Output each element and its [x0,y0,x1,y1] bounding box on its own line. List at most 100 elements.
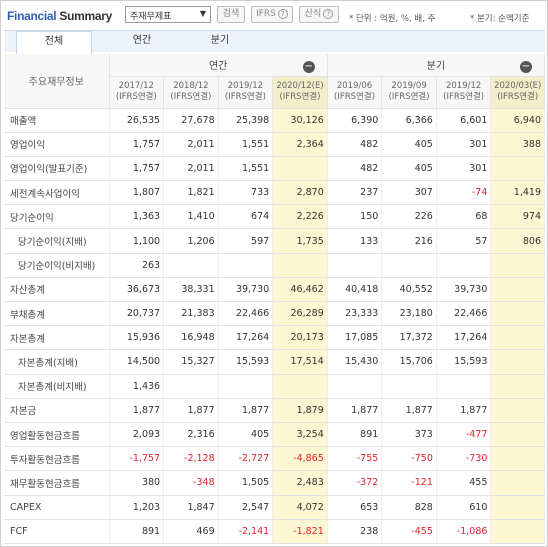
column-period: 2019/12 [445,81,482,91]
column-basis: (IFRS연결) [115,92,157,102]
table-cell: -2,141 [218,519,274,544]
table-row: 부채총계 20,737 21,383 22,466 26,289 23,333 23,180… [4,301,545,327]
row-label[interactable]: 자산총계 [4,277,110,303]
table-cell [490,519,545,544]
row-label[interactable]: 당기순이익(비지배) [4,253,110,278]
table-cell [490,398,545,423]
table-cell: 1,410 [163,204,219,230]
table-cell: 806 [490,228,545,254]
ifrs-help-button[interactable]: IFRS? [251,6,293,23]
table-cell: 38,331 [163,277,219,303]
row-label[interactable]: 자본총계 [4,325,110,351]
row-label[interactable]: 당기순이익(지배) [4,228,110,254]
table-cell: 1,877 [163,398,219,423]
table-cell: -755 [327,446,383,472]
row-label[interactable]: 투자활동현금흐름 [4,446,110,472]
table-row: 매출액 26,535 27,678 25,398 30,126 6,390 6,366 6,6… [4,108,545,133]
table-cell: 36,673 [109,277,165,303]
row-label[interactable]: 자본총계(비지배) [4,374,110,399]
table-cell: -1,086 [436,519,492,544]
table-cell: 1,203 [109,495,165,520]
column-period: 2017/12 [118,81,154,91]
tab-annual[interactable]: 연간 [104,31,180,53]
table-row: 영업이익 1,757 2,011 1,551 2,364 482 405 301 388 [4,132,545,157]
formula-help-button[interactable]: 산식? [299,6,339,23]
row-label[interactable]: FCF [4,519,110,544]
table-cell: 1,551 [218,132,274,157]
table-cell: -1,757 [109,446,165,472]
row-label[interactable]: 영업활동현금흐름 [4,422,110,448]
statement-type-select[interactable]: 주재무제표 ▼ [125,6,211,23]
table-cell [490,156,545,182]
row-label[interactable]: 재무활동현금흐름 [4,470,110,496]
table-cell: 40,552 [381,277,437,303]
search-button[interactable]: 검색 [217,6,245,23]
table-cell: 1,363 [109,204,165,230]
table-cell: 2,093 [109,422,165,448]
tab-all[interactable]: 전체 [16,31,92,54]
table-cell [272,253,328,278]
table-cell: 238 [327,519,383,544]
table-cell: 30,126 [272,108,328,133]
table-cell: 1,877 [109,398,165,423]
table-cell: 1,879 [272,398,328,423]
row-label[interactable]: 당기순이익 [4,204,110,230]
corner-header: 주요재무정보 [4,54,110,109]
table-cell: 17,264 [218,325,274,351]
table-cell: 15,430 [327,349,383,375]
table-cell: 22,466 [436,301,492,327]
table-cell: 1,757 [109,132,165,157]
table-cell: -730 [436,446,492,472]
row-label[interactable]: 영업이익 [4,132,110,157]
row-label[interactable]: 세전계속사업이익 [4,180,110,206]
row-label[interactable]: 영업이익(발표기준) [4,156,110,182]
table-cell: 674 [218,204,274,230]
table-cell: 1,100 [109,228,165,254]
table-cell: 974 [490,204,545,230]
table-row: 자본총계(비지배) 1,436 [4,374,545,399]
table-cell: 1,877 [436,398,492,423]
table-cell: 6,601 [436,108,492,133]
column-header: 2020/12(E) (IFRS연결) [272,76,328,109]
column-header: 2020/03(E) (IFRS연결) [490,76,545,109]
table-cell: 1,877 [218,398,274,423]
row-label[interactable]: CAPEX [4,495,110,520]
collapse-quarter-icon[interactable]: − [520,61,532,73]
tab-bar: 전체 연간 분기 [4,30,545,54]
row-label[interactable]: 자본금 [4,398,110,423]
table-cell: 16,948 [163,325,219,351]
table-cell [490,374,545,399]
column-basis: (IFRS연결) [334,92,376,102]
column-period: 2019/12 [227,81,264,91]
table-cell: 2,364 [272,132,328,157]
table-cell [490,325,545,351]
table-row: 세전계속사업이익 1,807 1,821 733 2,870 237 307 -74 1,419 [4,180,545,206]
table-cell: -455 [381,519,437,544]
collapse-annual-icon[interactable]: − [302,61,315,73]
unit-note: * 단위 : 억원, %, 배, 주 [349,14,436,24]
table-cell: 2,870 [272,180,328,206]
table-cell [327,374,383,399]
column-header: 2019/09 (IFRS연결) [381,76,437,109]
table-cell: 26,535 [109,108,165,133]
row-label[interactable]: 자본총계(지배) [4,349,110,375]
row-label[interactable]: 부채총계 [4,301,110,327]
table-cell: 1,551 [218,156,274,182]
column-basis: (IFRS연결) [388,92,430,102]
row-label[interactable]: 매출액 [4,108,110,133]
table-cell [163,253,219,278]
table-cell: 380 [109,470,165,496]
table-cell: 15,593 [218,349,274,375]
table-cell: 307 [381,180,437,206]
table-cell: 216 [381,228,437,254]
table-cell: 27,678 [163,108,219,133]
table-cell: 373 [381,422,437,448]
tab-quarterly[interactable]: 분기 [182,31,258,53]
table-cell: -121 [381,470,437,496]
table-cell [490,253,545,278]
table-cell: 455 [436,470,492,496]
table-cell [218,253,274,278]
table-cell: 1,735 [272,228,328,254]
column-period: 2019/09 [391,81,427,91]
table-cell: 20,173 [272,325,328,351]
